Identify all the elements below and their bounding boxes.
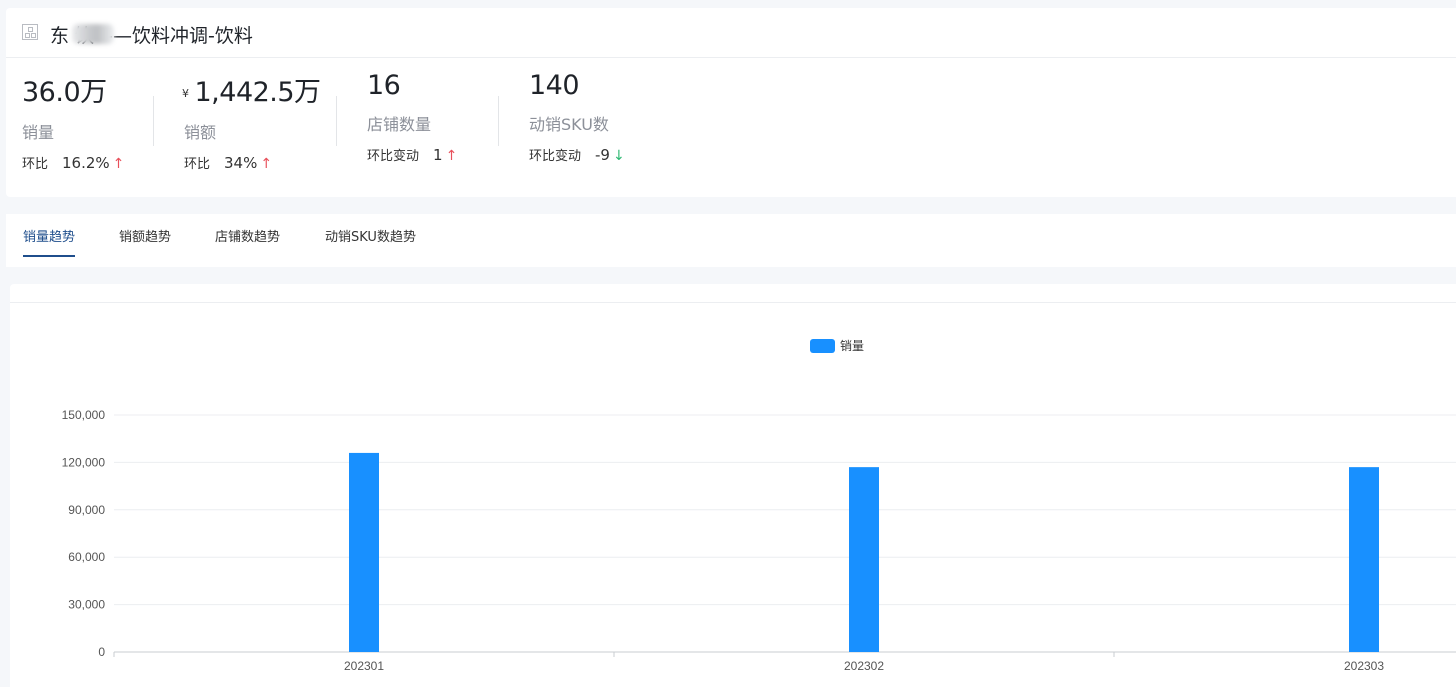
y-tick-label: 0 xyxy=(98,645,105,659)
divider xyxy=(336,96,337,146)
metric-label: 销量 xyxy=(22,123,55,142)
metric-sales-volume: 36.0万 销量 环比 16.2% ↑ xyxy=(22,70,124,172)
arrow-down-icon: ↓ xyxy=(612,148,625,164)
y-tick-label: 120,000 xyxy=(62,455,106,469)
tab-sales-volume-trend[interactable]: 销量趋势 xyxy=(23,226,76,257)
y-tick-label: 150,000 xyxy=(62,408,106,422)
arrow-up-icon: ↑ xyxy=(445,148,458,164)
redaction-blur xyxy=(72,24,114,44)
metric-value: 16 xyxy=(367,70,401,101)
metric-value: ¥1,442.5万 xyxy=(182,77,321,108)
metric-store-count: 16 店铺数量 环比变动 1 ↑ xyxy=(367,70,457,164)
legend-swatch xyxy=(810,339,835,353)
bar-202303 xyxy=(1349,467,1379,652)
metric-value: 36.0万 xyxy=(22,77,107,108)
y-tick-label: 30,000 xyxy=(68,598,105,612)
summary-card: 东 饮——饮料冲调-饮料 36.0万 销量 环比 16.2% ↑ ¥1,442.5万… xyxy=(6,8,1456,197)
metric-value: 140 xyxy=(529,70,580,101)
metric-label: 销额 xyxy=(184,123,217,142)
x-tick-label: 202302 xyxy=(844,659,884,673)
x-tick-label: 202303 xyxy=(1344,659,1384,673)
metric-change: 环比变动 -9 ↓ xyxy=(529,146,625,164)
tab-sales-amount-trend[interactable]: 销额趋势 xyxy=(119,226,171,255)
title-bar: 东 饮——饮料冲调-饮料 xyxy=(6,8,1456,58)
metric-change: 环比变动 1 ↑ xyxy=(367,146,458,164)
category-icon xyxy=(22,24,38,40)
chart-card: 150,000 120,000 90,000 60,000 30,000 0 202301 2… xyxy=(10,284,1456,687)
tab-active-sku-trend[interactable]: 动销SKU数趋势 xyxy=(325,226,416,255)
bar-202302 xyxy=(849,467,879,652)
y-tick-label: 60,000 xyxy=(68,550,105,564)
x-tick-label: 202301 xyxy=(344,659,384,673)
arrow-up-icon: ↑ xyxy=(112,156,125,172)
metric-change: 环比 34% ↑ xyxy=(184,154,273,172)
trend-tabs: 销量趋势 销额趋势 店铺数趋势 动销SKU数趋势 xyxy=(6,214,1456,267)
tab-store-count-trend[interactable]: 店铺数趋势 xyxy=(215,226,280,255)
metric-change: 环比 16.2% ↑ xyxy=(22,154,125,172)
divider xyxy=(153,96,154,146)
y-tick-label: 90,000 xyxy=(68,503,105,517)
metric-sales-amount: ¥1,442.5万 销额 环比 34% ↑ xyxy=(182,70,321,172)
metric-label: 动销SKU数 xyxy=(529,115,609,134)
currency-symbol: ¥ xyxy=(182,87,189,100)
bar-chart: 150,000 120,000 90,000 60,000 30,000 0 202301 2… xyxy=(62,339,1456,673)
arrow-up-icon: ↑ xyxy=(260,156,273,172)
legend-label: 销量 xyxy=(840,339,864,353)
bar-202301 xyxy=(349,452,379,652)
metric-label: 店铺数量 xyxy=(367,115,432,134)
divider xyxy=(498,96,499,146)
metric-active-sku: 140 动销SKU数 环比变动 -9 ↓ xyxy=(529,70,625,164)
